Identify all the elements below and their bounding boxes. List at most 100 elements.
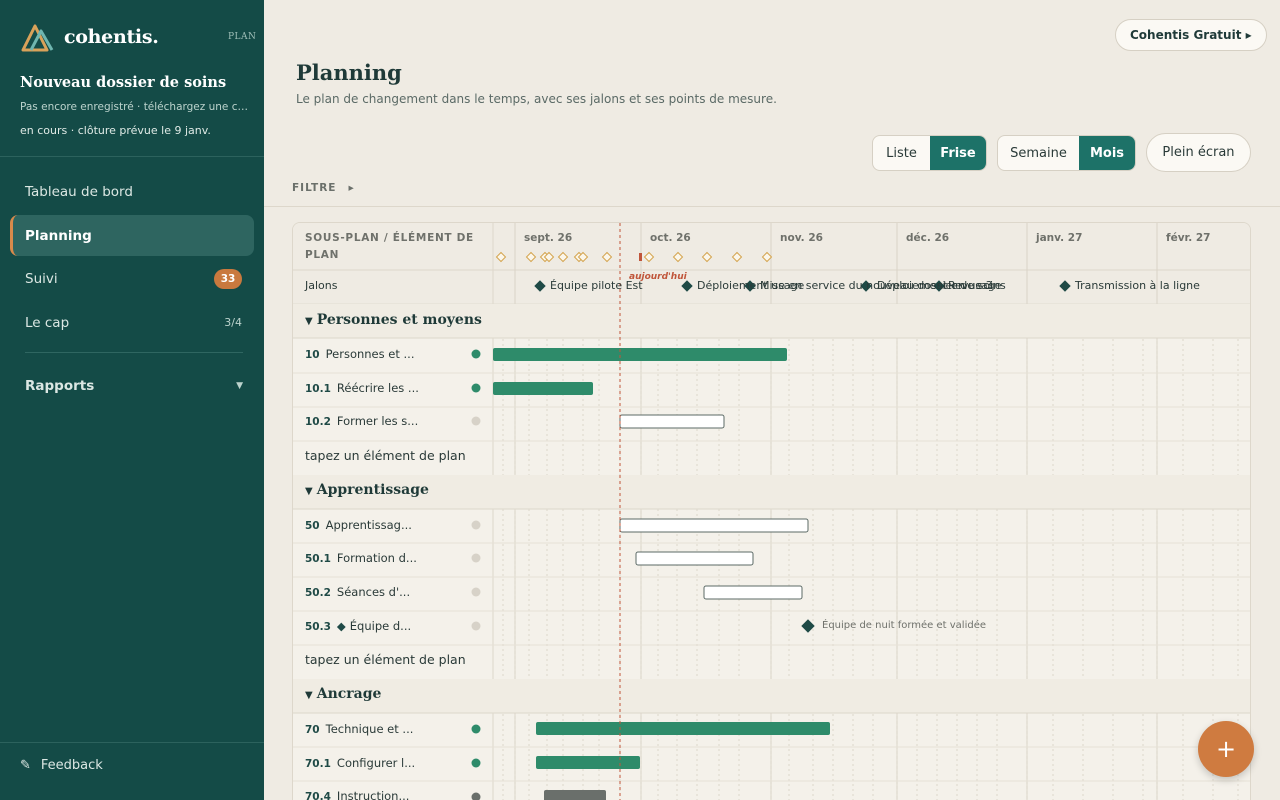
milestone-label[interactable]: Équipe pilote Est bbox=[550, 279, 643, 292]
month-label: oct. 26 bbox=[650, 232, 691, 244]
plan-item-row[interactable]: 70 Technique et ... bbox=[305, 722, 413, 736]
plan-item-row[interactable]: 50.3 ◆ Équipe d... bbox=[305, 619, 411, 633]
item-name: Séances d'... bbox=[336, 585, 411, 599]
item-name: Formation d... bbox=[336, 551, 417, 565]
page-title: Planning bbox=[296, 60, 402, 85]
plan-item-row[interactable]: 10 Personnes et ... bbox=[305, 347, 415, 361]
brand-name: cohentis. bbox=[64, 26, 159, 48]
status-dot bbox=[471, 416, 481, 426]
item-name: Équipe d... bbox=[349, 619, 412, 633]
nav-le-cap[interactable]: Le cap 3/4 bbox=[10, 302, 254, 343]
milestone-diamond bbox=[801, 619, 815, 633]
section-title: Apprentissage bbox=[316, 482, 429, 498]
nav-label: Suivi bbox=[25, 270, 58, 287]
plan-item-row[interactable]: 70.4 Instruction... bbox=[305, 789, 409, 800]
plan-item-row[interactable]: 70.1 Configurer l... bbox=[305, 756, 415, 770]
status-dot bbox=[471, 349, 481, 359]
nav-planning[interactable]: Planning bbox=[10, 215, 254, 256]
filter-label: FILTRE bbox=[292, 182, 337, 194]
item-number: 70.1 bbox=[305, 758, 331, 770]
fullscreen-button[interactable]: Plein écran bbox=[1146, 133, 1251, 172]
filter-toggle[interactable]: FILTRE ▸ bbox=[292, 182, 355, 194]
plan-item-row[interactable]: 50.1 Formation d... bbox=[305, 551, 417, 565]
item-name: Former les s... bbox=[336, 414, 419, 428]
section-toggle[interactable]: ▼ Personnes et moyens bbox=[305, 312, 482, 328]
status-dot bbox=[471, 553, 481, 563]
gantt-grid bbox=[293, 223, 1250, 800]
section-title: Personnes et moyens bbox=[316, 312, 482, 328]
brand-logo[interactable]: cohentis. bbox=[20, 22, 159, 52]
nav-label: Rapports bbox=[25, 378, 95, 394]
diamond-icon: ◆ bbox=[336, 619, 346, 633]
nav-label: Tableau de bord bbox=[25, 183, 133, 200]
plan-item-row[interactable]: 10.2 Former les s... bbox=[305, 414, 418, 428]
chevron-down-icon: ▼ bbox=[305, 316, 313, 327]
add-fab-button[interactable]: + bbox=[1198, 721, 1254, 777]
item-number: 10.2 bbox=[305, 416, 331, 428]
completed-bar bbox=[544, 790, 606, 800]
view-list-button[interactable]: Liste bbox=[873, 136, 930, 170]
gantt-chart: SOUS-PLAN / ÉLÉMENT DE PLAN Jalons aujou… bbox=[292, 222, 1251, 800]
folder-save-note[interactable]: Pas encore enregistré · téléchargez une … bbox=[20, 101, 250, 113]
status-dot bbox=[471, 383, 481, 393]
item-number: 10.1 bbox=[305, 383, 331, 395]
planned-bar bbox=[619, 518, 809, 533]
status-dot bbox=[471, 587, 481, 597]
view-toggle: Liste Frise bbox=[872, 135, 987, 171]
add-plan-item-input[interactable]: tapez un élément de plan bbox=[305, 448, 466, 463]
item-name: Configurer l... bbox=[336, 756, 416, 770]
item-name: Personnes et ... bbox=[325, 347, 415, 361]
progress-bar bbox=[493, 348, 787, 361]
add-plan-item-input[interactable]: tapez un élément de plan bbox=[305, 652, 466, 667]
nav-suivi[interactable]: Suivi 33 bbox=[10, 258, 254, 299]
month-label: nov. 26 bbox=[780, 232, 823, 244]
scale-week-button[interactable]: Semaine bbox=[998, 136, 1079, 170]
month-label: févr. 27 bbox=[1166, 232, 1211, 244]
gantt-left-header: SOUS-PLAN / ÉLÉMENT DE PLAN bbox=[305, 232, 474, 261]
today-marker bbox=[639, 253, 642, 261]
feedback-link[interactable]: ✎ Feedback bbox=[20, 758, 103, 773]
item-number: 70.4 bbox=[305, 791, 331, 800]
scale-month-button[interactable]: Mois bbox=[1079, 136, 1135, 170]
section-header-band bbox=[293, 679, 1250, 713]
item-number: 50.3 bbox=[305, 621, 331, 633]
nav-reports[interactable]: Rapports ▼ bbox=[25, 378, 243, 394]
progress-bar bbox=[493, 382, 593, 395]
pencil-icon: ✎ bbox=[20, 758, 31, 773]
le-cap-count: 3/4 bbox=[224, 316, 242, 329]
folder-title: Nouveau dossier de soins bbox=[20, 74, 227, 91]
month-label: déc. 26 bbox=[906, 232, 950, 244]
chevron-right-icon: ▸ bbox=[348, 182, 355, 194]
month-label: sept. 26 bbox=[524, 232, 573, 244]
view-timeline-button[interactable]: Frise bbox=[930, 136, 986, 170]
sidebar-divider bbox=[25, 352, 243, 353]
nav-label: Planning bbox=[25, 227, 92, 244]
chevron-down-icon: ▼ bbox=[305, 486, 313, 497]
milestone-note: Équipe de nuit formée et validée bbox=[822, 620, 986, 631]
scale-toggle: Semaine Mois bbox=[997, 135, 1136, 171]
section-toggle[interactable]: ▼ Apprentissage bbox=[305, 482, 429, 498]
milestones-row-label: Jalons bbox=[305, 279, 338, 292]
planned-bar bbox=[635, 551, 754, 566]
folder-status: en cours · clôture prévue le 9 janv. bbox=[20, 124, 211, 137]
item-number: 50.1 bbox=[305, 553, 331, 565]
gantt-bars bbox=[471, 348, 830, 800]
milestone-label[interactable]: Revue 3 bbox=[948, 279, 993, 292]
section-header-band bbox=[293, 475, 1250, 509]
status-dot bbox=[471, 792, 481, 800]
month-label: janv. 27 bbox=[1036, 232, 1083, 244]
plan-tag: PLAN bbox=[228, 32, 257, 42]
progress-bar bbox=[536, 756, 640, 769]
progress-bar bbox=[536, 722, 830, 735]
plan-item-row[interactable]: 50 Apprentissag... bbox=[305, 518, 412, 532]
section-toggle[interactable]: ▼ Ancrage bbox=[305, 686, 381, 702]
status-dot bbox=[471, 520, 481, 530]
plan-item-row[interactable]: 10.1 Réécrire les ... bbox=[305, 381, 419, 395]
milestone-label[interactable]: Transmission à la ligne bbox=[1075, 279, 1200, 292]
logo-icon bbox=[21, 24, 54, 52]
nav-dashboard[interactable]: Tableau de bord bbox=[10, 171, 254, 212]
item-name: Réécrire les ... bbox=[336, 381, 419, 395]
plan-item-row[interactable]: 50.2 Séances d'... bbox=[305, 585, 410, 599]
plan-upgrade-button[interactable]: Cohentis Gratuit ▸ bbox=[1115, 19, 1267, 51]
item-name: Apprentissag... bbox=[325, 518, 412, 532]
